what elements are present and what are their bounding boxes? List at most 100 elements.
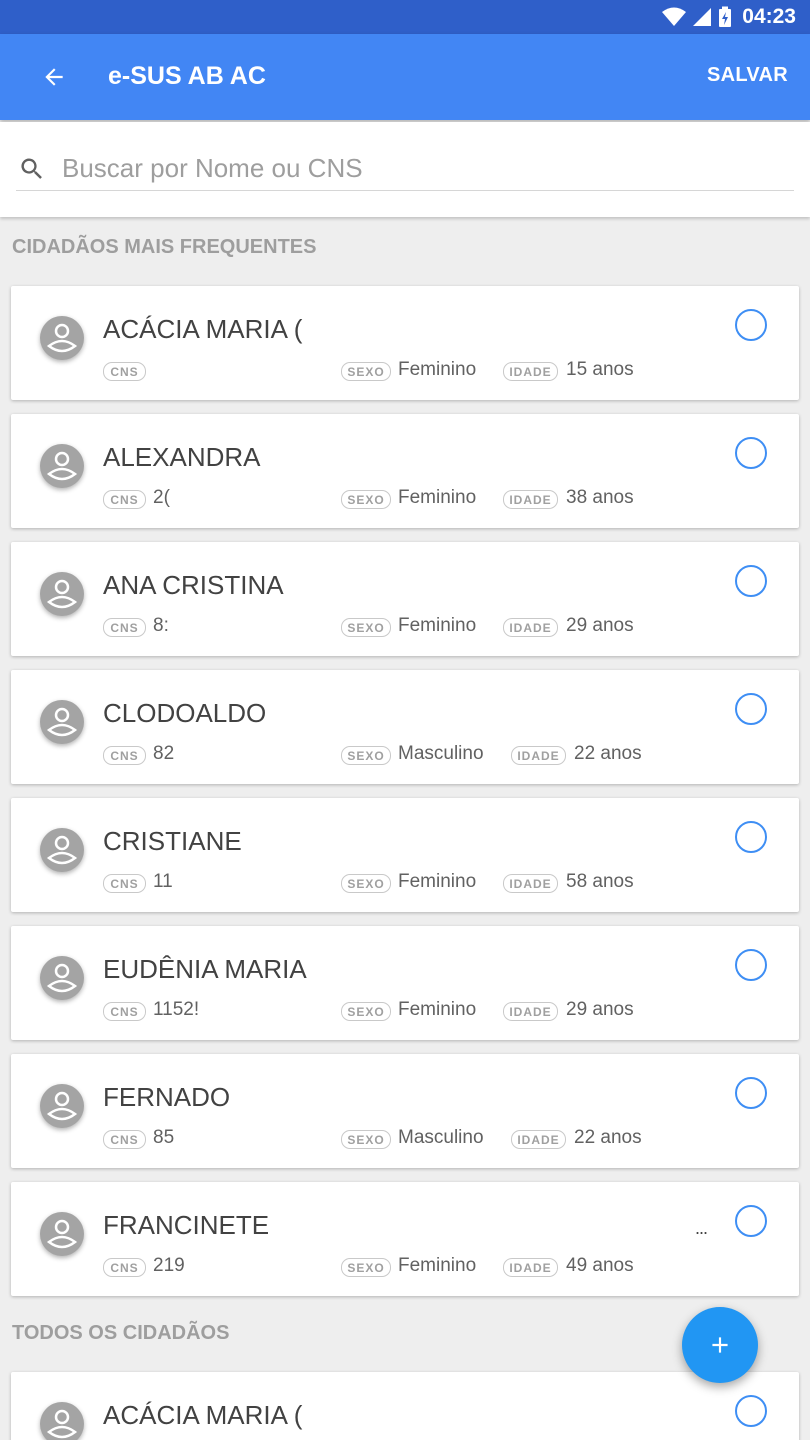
person-avatar-icon <box>40 316 84 360</box>
search-underline <box>16 190 794 191</box>
citizen-idade: 22 anos <box>574 743 642 764</box>
status-time: 04:23 <box>742 5 796 28</box>
cns-tag: CNS <box>103 1258 146 1277</box>
cns-tag: CNS <box>103 1002 146 1021</box>
person-avatar-icon <box>40 956 84 1000</box>
sexo-tag: SEXO <box>341 1258 391 1277</box>
select-radio[interactable] <box>735 1205 767 1237</box>
citizen-sexo: Masculino <box>398 743 484 764</box>
citizen-name: EUDÊNIA MARIA <box>103 954 307 984</box>
person-avatar-icon <box>40 700 84 744</box>
cns-tag: CNS <box>103 362 146 381</box>
citizen-idade: 58 anos <box>566 871 634 892</box>
citizen-sexo: Masculino <box>398 1127 484 1148</box>
idade-tag: IDADE <box>503 362 558 381</box>
citizen-card[interactable]: ACÁCIA MARIA ( <box>11 1372 799 1440</box>
status-icons: 04:23 <box>662 5 796 29</box>
idade-tag: IDADE <box>503 1002 558 1021</box>
citizen-name: CLODOALDO <box>103 698 267 728</box>
citizen-sexo: Feminino <box>398 1255 477 1276</box>
citizen-idade: 15 anos <box>566 359 634 380</box>
citizen-cns: 2( <box>153 487 170 508</box>
plus-icon <box>712 1337 728 1353</box>
sexo-tag: SEXO <box>341 490 391 509</box>
select-radio[interactable] <box>735 1395 767 1427</box>
citizen-name: FRANCINETE <box>103 1210 270 1240</box>
idade-tag: IDADE <box>511 1130 566 1149</box>
person-avatar-icon <box>40 1084 84 1128</box>
citizen-cns: 82 <box>153 743 175 764</box>
citizen-card[interactable]: CRISTIANE CNS 11 SEXO Feminino IDADE 58 … <box>11 798 799 912</box>
select-radio[interactable] <box>735 309 767 341</box>
person-avatar-icon <box>40 828 84 872</box>
citizen-card[interactable]: ALEXANDRA CNS 2( SEXO Feminino IDADE 38 … <box>11 414 799 528</box>
citizen-sexo: Feminino <box>398 871 477 892</box>
app-bar: e-SUS AB AC SALVAR <box>0 34 810 120</box>
add-citizen-button[interactable] <box>682 1307 758 1383</box>
citizen-cns: 85 <box>153 1127 175 1148</box>
citizen-name: ANA CRISTINA <box>103 570 284 600</box>
citizen-card[interactable]: ACÁCIA MARIA ( CNS SEXO Feminino IDADE 1… <box>11 286 799 400</box>
citizen-idade: 29 anos <box>566 615 634 636</box>
citizen-card[interactable]: FRANCINETE ... CNS 219 SEXO Feminino IDA… <box>11 1182 799 1296</box>
search-card <box>0 122 810 217</box>
citizen-card[interactable]: FERNADO CNS 85 SEXO Masculino IDADE 22 a… <box>11 1054 799 1168</box>
citizen-name: ACÁCIA MARIA ( <box>103 314 303 344</box>
save-button[interactable]: SALVAR <box>707 64 788 87</box>
signal-icon <box>693 8 712 26</box>
citizen-name: FERNADO <box>103 1082 231 1112</box>
idade-tag: IDADE <box>503 618 558 637</box>
idade-tag: IDADE <box>503 1258 558 1277</box>
sexo-tag: SEXO <box>341 1002 391 1021</box>
cns-tag: CNS <box>103 746 146 765</box>
sexo-tag: SEXO <box>341 746 391 765</box>
citizen-cns: 219 <box>153 1255 185 1276</box>
citizen-card[interactable]: ANA CRISTINA CNS 8: SEXO Feminino IDADE … <box>11 542 799 656</box>
sexo-tag: SEXO <box>341 362 391 381</box>
citizen-idade: 38 anos <box>566 487 634 508</box>
citizen-idade: 29 anos <box>566 999 634 1020</box>
select-radio[interactable] <box>735 821 767 853</box>
citizen-card[interactable]: EUDÊNIA MARIA CNS 1152! SEXO Feminino ID… <box>11 926 799 1040</box>
status-bar: 04:23 <box>0 0 810 34</box>
search-input[interactable] <box>62 148 794 188</box>
section-header-all: TODOS OS CIDADÃOS <box>12 1322 230 1344</box>
person-avatar-icon <box>40 1402 84 1440</box>
citizen-idade: 22 anos <box>574 1127 642 1148</box>
cns-tag: CNS <box>103 490 146 509</box>
wifi-icon <box>662 7 687 26</box>
select-radio[interactable] <box>735 1077 767 1109</box>
sexo-tag: SEXO <box>341 1130 391 1149</box>
citizen-sexo: Feminino <box>398 615 477 636</box>
arrow-left-icon <box>45 68 63 86</box>
person-avatar-icon <box>40 1212 84 1256</box>
idade-tag: IDADE <box>503 874 558 893</box>
back-button[interactable] <box>32 57 76 97</box>
truncated-ellipsis: ... <box>695 1218 708 1238</box>
idade-tag: IDADE <box>511 746 566 765</box>
citizen-sexo: Feminino <box>398 359 477 380</box>
citizen-cns: 8: <box>153 615 169 636</box>
select-radio[interactable] <box>735 693 767 725</box>
idade-tag: IDADE <box>503 490 558 509</box>
cns-tag: CNS <box>103 618 146 637</box>
select-radio[interactable] <box>735 565 767 597</box>
sexo-tag: SEXO <box>341 618 391 637</box>
citizen-idade: 49 anos <box>566 1255 634 1276</box>
cns-tag: CNS <box>103 874 146 893</box>
citizen-name: CRISTIANE <box>103 826 242 856</box>
battery-icon <box>719 6 732 27</box>
select-radio[interactable] <box>735 949 767 981</box>
app-title: e-SUS AB AC <box>108 62 266 90</box>
citizen-sexo: Feminino <box>398 999 477 1020</box>
citizen-cns: 11 <box>153 871 173 892</box>
person-avatar-icon <box>40 572 84 616</box>
sexo-tag: SEXO <box>341 874 391 893</box>
person-avatar-icon <box>40 444 84 488</box>
citizen-name: ALEXANDRA <box>103 442 261 472</box>
citizen-name: ACÁCIA MARIA ( <box>103 1400 303 1430</box>
select-radio[interactable] <box>735 437 767 469</box>
citizen-sexo: Feminino <box>398 487 477 508</box>
cns-tag: CNS <box>103 1130 146 1149</box>
citizen-card[interactable]: CLODOALDO CNS 82 SEXO Masculino IDADE 22… <box>11 670 799 784</box>
